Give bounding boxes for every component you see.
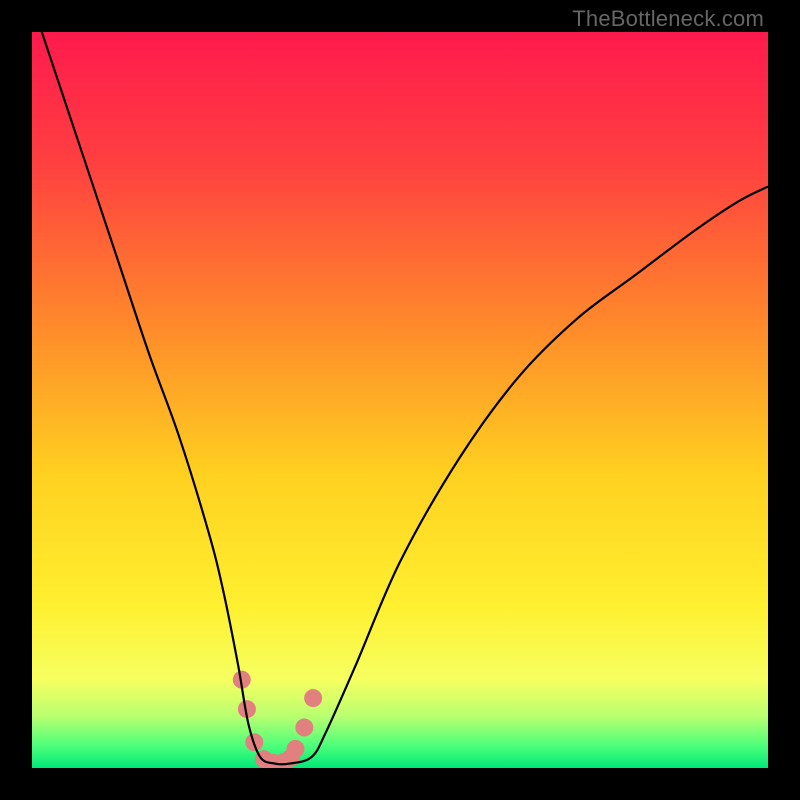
marker-dot bbox=[295, 719, 313, 737]
marker-dot bbox=[304, 689, 322, 707]
watermark-text: TheBottleneck.com bbox=[572, 6, 764, 32]
marker-dot bbox=[286, 740, 304, 758]
plot-area bbox=[32, 32, 768, 768]
gradient-background bbox=[32, 32, 768, 768]
bottleneck-chart bbox=[32, 32, 768, 768]
outer-frame: TheBottleneck.com bbox=[0, 0, 800, 800]
